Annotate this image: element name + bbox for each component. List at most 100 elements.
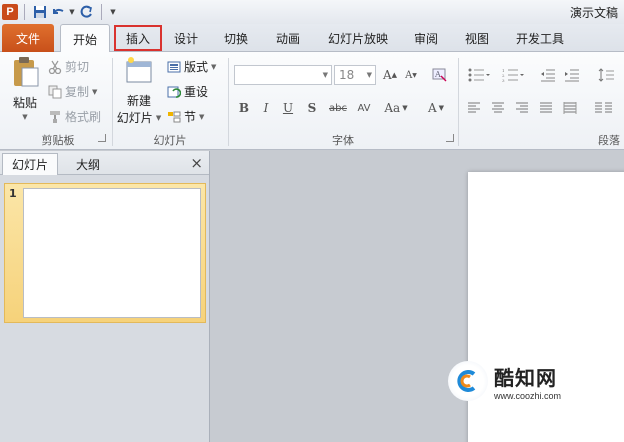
- align-center-icon[interactable]: [488, 98, 508, 118]
- paste-dropdown-icon: ▼: [22, 113, 28, 121]
- watermark-text: 酷知网 www.coozhi.com: [494, 362, 561, 401]
- new-slide-label-line2-wrap: 幻灯片 ▼: [117, 109, 161, 126]
- tab-slideshow[interactable]: 幻灯片放映: [318, 24, 398, 52]
- align-right-icon[interactable]: [512, 98, 532, 118]
- section-label: 节: [184, 110, 197, 124]
- layout-dropdown-icon: ▼: [211, 62, 217, 71]
- tab-review[interactable]: 审阅: [406, 24, 446, 52]
- columns-icon[interactable]: [590, 98, 620, 118]
- reset-button[interactable]: 重设: [167, 83, 208, 100]
- section-dropdown-icon: ▼: [199, 112, 205, 121]
- clipboard-dialog-launcher-icon[interactable]: [98, 134, 106, 142]
- section-icon: [167, 110, 181, 124]
- customize-quick-access-icon[interactable]: ▼: [108, 8, 118, 16]
- group-separator: [228, 58, 229, 146]
- paste-icon: [14, 57, 39, 87]
- paste-label: 粘贴: [12, 96, 37, 110]
- layout-label: 版式: [184, 60, 209, 74]
- tab-home[interactable]: 开始: [60, 24, 110, 53]
- quick-access-separator-2: [101, 4, 102, 20]
- change-case-icon[interactable]: Aa ▼: [382, 98, 410, 118]
- group-separator: [112, 58, 113, 146]
- group-separator: [458, 58, 459, 146]
- tab-file[interactable]: 文件: [2, 24, 54, 52]
- tab-animations[interactable]: 动画: [268, 24, 308, 52]
- font-name-select[interactable]: ▼: [234, 65, 332, 85]
- increase-indent-icon[interactable]: [562, 65, 582, 85]
- copy-dropdown-icon: ▼: [92, 87, 98, 96]
- font-size-value: 18: [339, 68, 355, 82]
- tab-transitions[interactable]: 切换: [216, 24, 256, 52]
- paste-button[interactable]: 粘贴 ▼: [8, 56, 42, 126]
- distributed-icon[interactable]: [560, 98, 580, 118]
- tab-slides[interactable]: 幻灯片: [2, 153, 58, 175]
- tab-view[interactable]: 视图: [457, 24, 497, 52]
- justify-icon[interactable]: [536, 98, 556, 118]
- slide-thumbnail[interactable]: [23, 188, 201, 318]
- font-size-select[interactable]: 18 ▼: [334, 65, 376, 85]
- text-shadow-icon[interactable]: S: [302, 98, 322, 118]
- strikethrough-icon[interactable]: abc: [325, 98, 351, 118]
- scissors-icon: [48, 60, 62, 74]
- character-spacing-icon[interactable]: AV: [352, 98, 376, 118]
- cut-button[interactable]: 剪切: [48, 58, 89, 75]
- layout-button[interactable]: 版式 ▼: [167, 58, 216, 75]
- watermark: 酷知网 www.coozhi.com: [448, 361, 561, 401]
- align-left-icon[interactable]: [464, 98, 484, 118]
- bold-icon[interactable]: B: [234, 98, 254, 118]
- tab-outline[interactable]: 大纲: [60, 153, 116, 175]
- decrease-indent-icon[interactable]: [538, 65, 558, 85]
- undo-dropdown-icon[interactable]: ▼: [67, 8, 77, 16]
- layout-icon: [167, 60, 181, 74]
- watermark-title: 酷知网: [494, 365, 557, 390]
- numbering-icon[interactable]: 123: [498, 65, 528, 85]
- slide-canvas[interactable]: [468, 172, 624, 442]
- ribbon: 粘贴 ▼ 剪切 复制 ▼ 格式刷 剪贴板 新建 幻灯片 ▼ 版式 ▼ 重设 节 ▼…: [0, 52, 624, 150]
- slide-thumbnail-selection[interactable]: 1: [4, 183, 206, 323]
- slides-outline-pane: 幻灯片 大纲 × 1: [0, 151, 210, 442]
- slide-number: 1: [9, 187, 17, 200]
- window-title: 演示文稿: [569, 6, 618, 20]
- underline-icon[interactable]: U: [278, 98, 298, 118]
- svg-text:3: 3: [502, 78, 505, 82]
- new-slide-dropdown-icon: ▼: [155, 113, 162, 122]
- clear-format-icon[interactable]: A: [430, 65, 450, 85]
- save-icon[interactable]: [31, 3, 49, 21]
- coozhi-logo-icon: [448, 361, 488, 401]
- tab-design[interactable]: 设计: [166, 24, 206, 52]
- new-slide-label-line2: 幻灯片: [116, 111, 153, 125]
- powerpoint-app-icon[interactable]: P: [2, 4, 18, 20]
- slide-editing-area: [211, 151, 624, 442]
- redo-icon[interactable]: [77, 3, 95, 21]
- watermark-url: www.coozhi.com: [494, 390, 562, 401]
- copy-icon: [48, 85, 62, 99]
- font-group-label: 字体: [332, 134, 354, 147]
- shrink-font-icon[interactable]: A ▼: [401, 65, 421, 85]
- title-bar: P ▼ ▼ 演示文稿: [0, 0, 624, 24]
- copy-label: 复制: [65, 85, 90, 99]
- new-slide-icon: [126, 57, 152, 83]
- paintbrush-icon: [48, 110, 62, 124]
- font-color-icon[interactable]: A ▼: [422, 98, 450, 118]
- pane-tabs: 幻灯片 大纲 ×: [0, 151, 209, 175]
- bullets-icon[interactable]: [464, 65, 494, 85]
- line-spacing-icon[interactable]: [594, 65, 624, 85]
- svg-text:A: A: [434, 70, 441, 79]
- undo-icon[interactable]: [49, 3, 67, 21]
- font-size-dropdown-icon: ▼: [366, 71, 372, 79]
- tab-developer[interactable]: 开发工具: [508, 24, 572, 52]
- slides-group-label: 幻灯片: [153, 134, 187, 147]
- tab-insert[interactable]: 插入: [113, 24, 163, 52]
- copy-button[interactable]: 复制 ▼: [48, 83, 97, 100]
- new-slide-button[interactable]: 新建 幻灯片 ▼: [116, 56, 162, 126]
- grow-font-icon[interactable]: A ▲: [380, 65, 400, 85]
- section-button[interactable]: 节 ▼: [167, 108, 204, 125]
- font-name-dropdown-icon: ▼: [322, 71, 328, 79]
- reset-icon: [167, 85, 182, 99]
- close-icon[interactable]: ×: [190, 154, 203, 172]
- reset-label: 重设: [184, 85, 209, 99]
- italic-icon[interactable]: I: [256, 98, 276, 118]
- quick-access-separator: [24, 4, 25, 20]
- format-painter-button[interactable]: 格式刷: [48, 108, 101, 125]
- font-dialog-launcher-icon[interactable]: [446, 134, 454, 142]
